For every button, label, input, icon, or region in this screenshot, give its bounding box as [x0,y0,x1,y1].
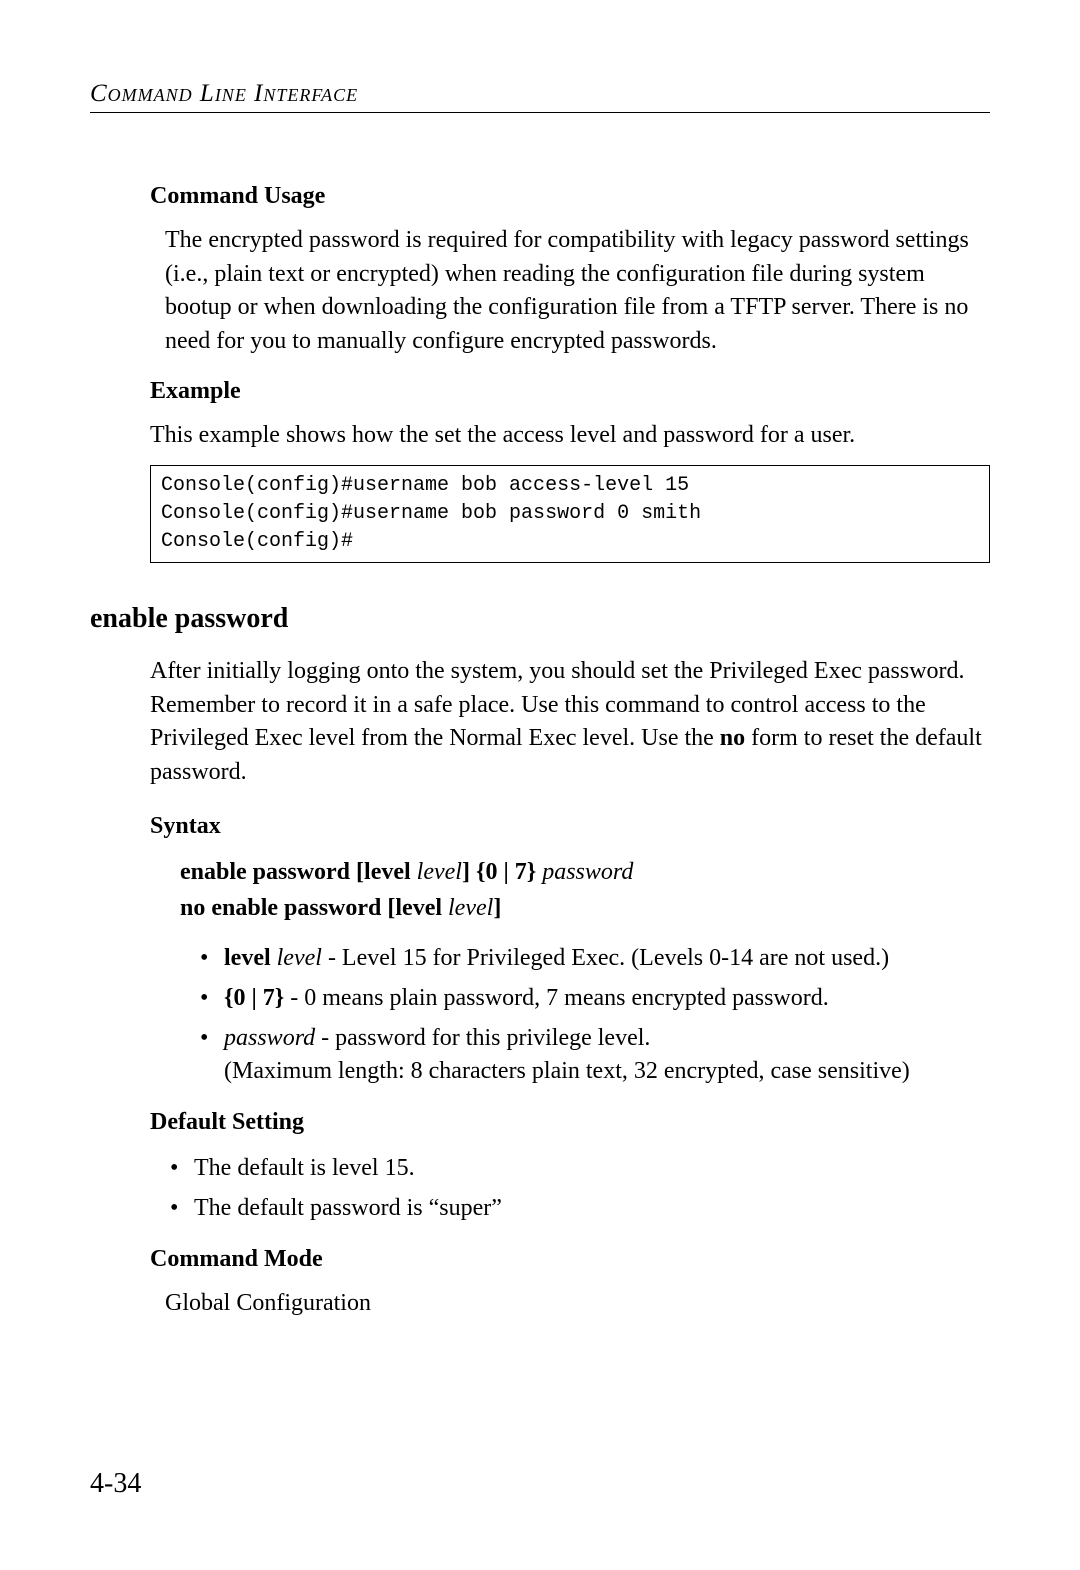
command-usage-heading: Command Usage [150,183,990,210]
page-content: Command Usage The encrypted password is … [90,183,990,1320]
example-code-block: Console(config)#username bob access-leve… [150,465,990,563]
default-bullet-2: The default password is “super” [170,1190,990,1226]
syntax-block: enable password [level level] {0 | 7} pa… [150,854,990,926]
command-mode-heading: Command Mode [150,1246,990,1273]
default-bullet-1: The default is level 15. [170,1150,990,1186]
header-rule [90,112,990,113]
page-header: Command Line Interface [90,80,990,113]
page-number: 4-34 [90,1468,141,1500]
syntax-bullet-1: level level - Level 15 for Privileged Ex… [200,942,990,976]
desc-bold-no: no [720,725,745,751]
header-title: Command Line Interface [90,80,358,107]
syntax-heading: Syntax [150,813,990,840]
syntax-bullet-2: {0 | 7} - 0 means plain password, 7 mean… [200,982,990,1016]
enable-password-heading: enable password [90,603,990,635]
enable-password-description: After initially logging onto the system,… [150,655,990,789]
example-intro: This example shows how the set the acces… [150,419,990,453]
syntax-bullet-3: password - password for this privilege l… [200,1022,990,1089]
command-usage-text: The encrypted password is required for c… [150,224,990,358]
default-setting-bullets: The default is level 15. The default pas… [150,1150,990,1226]
syntax-line-2: no enable password [level level] [180,890,990,926]
default-setting-heading: Default Setting [150,1109,990,1136]
syntax-line-1: enable password [level level] {0 | 7} pa… [180,854,990,890]
example-heading: Example [150,378,990,405]
command-mode-text: Global Configuration [150,1287,990,1321]
syntax-bullets: level level - Level 15 for Privileged Ex… [150,942,990,1088]
